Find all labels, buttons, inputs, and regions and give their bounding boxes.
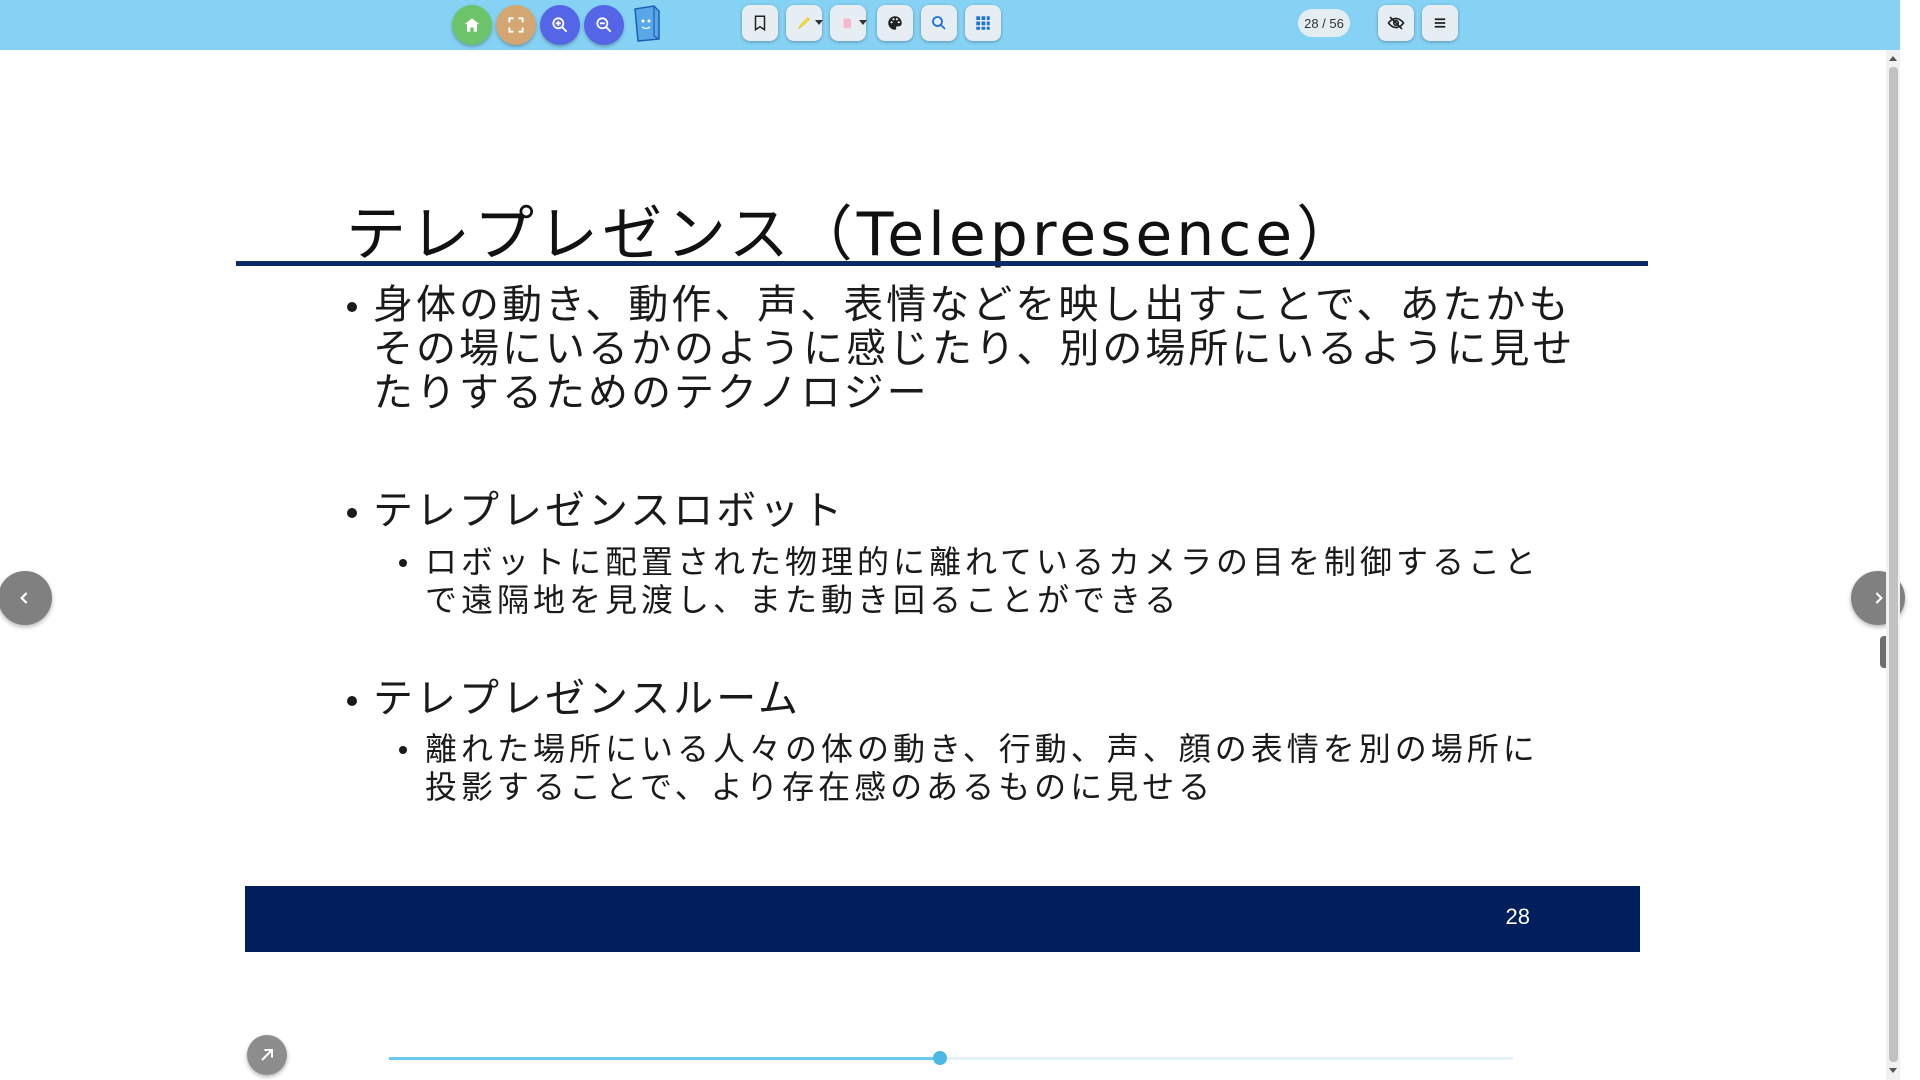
bullet-dot-icon bbox=[347, 696, 357, 706]
zoom-in-button[interactable] bbox=[540, 5, 580, 45]
sub-bullet-dot-icon bbox=[399, 559, 407, 567]
highlighter-icon bbox=[798, 17, 810, 29]
zoom-out-button[interactable] bbox=[584, 5, 624, 45]
search-icon bbox=[932, 16, 946, 30]
page-slider-knob[interactable] bbox=[932, 1051, 947, 1065]
bookmark-icon bbox=[754, 15, 766, 32]
slide-footer: 28 bbox=[245, 886, 1640, 952]
scroll-down-icon[interactable] bbox=[1889, 1068, 1897, 1073]
bullet-text: テレプレゼンスロボット bbox=[373, 488, 846, 534]
bullet-dot-icon bbox=[347, 508, 357, 518]
scrollbar-thumb[interactable] bbox=[1889, 67, 1898, 1062]
fullscreen-icon bbox=[508, 17, 524, 33]
arrow-up-right-icon bbox=[261, 1049, 273, 1061]
page-counter[interactable]: 28 / 56 bbox=[1298, 9, 1350, 37]
menu-icon bbox=[1434, 18, 1446, 28]
app-logo bbox=[634, 5, 660, 42]
eraser-icon bbox=[843, 18, 851, 29]
hide-button[interactable] bbox=[1378, 5, 1414, 41]
sub-bullet-text: 離れた場所にいる人々の体の動き、行動、声、顔の表情を別の場所に 投影することで、… bbox=[425, 730, 1539, 806]
bullet-dot-icon bbox=[347, 302, 357, 312]
bullet-text: 身体の動き、動作、声、表情などを映し出すことで、あたかも その場にいるかのように… bbox=[373, 282, 1576, 416]
palette-button[interactable] bbox=[877, 5, 913, 41]
home-icon bbox=[464, 18, 480, 32]
page-slider-fill bbox=[389, 1057, 940, 1060]
highlighter-caret-icon[interactable] bbox=[815, 20, 823, 25]
eraser-caret-icon[interactable] bbox=[859, 20, 867, 25]
chevron-right-icon bbox=[1875, 592, 1883, 604]
sub-bullet-dot-icon bbox=[399, 746, 407, 754]
title-divider bbox=[236, 261, 1648, 266]
slide-number: 28 bbox=[1505, 904, 1530, 929]
palette-icon bbox=[888, 16, 902, 30]
bookmark-button[interactable] bbox=[742, 5, 778, 41]
grid-button[interactable] bbox=[965, 5, 1001, 41]
slide-title: テレプレゼンス（Telepresence） bbox=[346, 200, 1361, 270]
chevron-left-icon bbox=[20, 592, 28, 604]
previous-page-button[interactable] bbox=[0, 571, 52, 625]
grid-icon bbox=[976, 16, 990, 30]
top-toolbar: 28 / 56 bbox=[0, 0, 1900, 50]
eye-off-icon bbox=[1387, 16, 1405, 30]
highlighter-button[interactable] bbox=[786, 5, 823, 41]
fullscreen-button[interactable] bbox=[496, 5, 536, 45]
zoom-out-icon bbox=[596, 17, 612, 33]
scroll-up-icon[interactable] bbox=[1889, 56, 1897, 61]
eraser-button[interactable] bbox=[830, 5, 867, 41]
menu-button[interactable] bbox=[1422, 5, 1458, 41]
search-button[interactable] bbox=[921, 5, 957, 41]
zoom-in-icon bbox=[552, 17, 568, 33]
share-button[interactable] bbox=[247, 1035, 287, 1075]
home-button[interactable] bbox=[452, 5, 492, 45]
bullet-text: テレプレゼンスルーム bbox=[373, 676, 801, 722]
sub-bullet-text: ロボットに配置された物理的に離れているカメラの目を制御すること で遠隔地を見渡し… bbox=[425, 543, 1541, 619]
